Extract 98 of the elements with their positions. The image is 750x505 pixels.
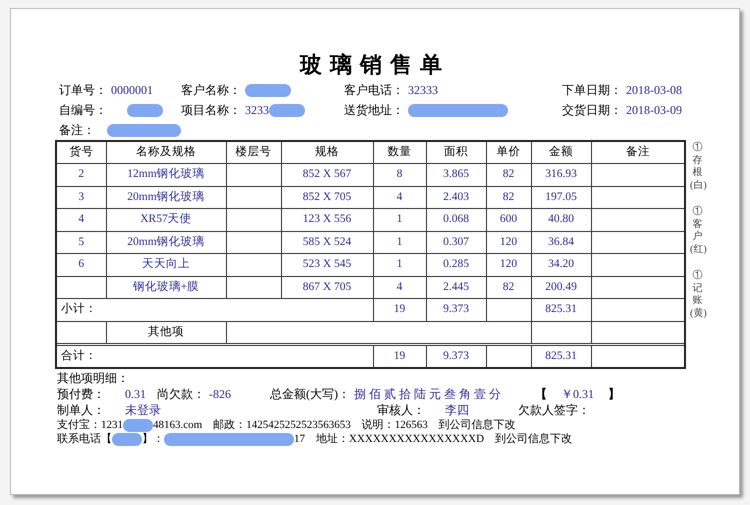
table-cell: 1	[373, 208, 426, 231]
field-label: 预付费：	[57, 386, 105, 402]
table-cell: 40.80	[531, 208, 591, 231]
field-label: 尚欠款：	[157, 386, 205, 402]
column-header: 楼层号	[226, 141, 281, 164]
field-label: 订单号：	[59, 82, 107, 99]
info-text: 48163.com 邮政：1425425252523563653 说明：126563 到公司信息下改	[153, 418, 516, 432]
field-label: 备注：	[59, 122, 95, 139]
table-cell: 200.49	[531, 276, 591, 298]
table-cell: 316.93	[531, 164, 591, 186]
table-cell: 523 X 545	[281, 254, 373, 276]
field-label: 自编号：	[59, 102, 107, 119]
info-text: 支付宝：1231	[57, 418, 123, 432]
table-cell: 82	[486, 276, 531, 298]
table-cell: 0.068	[426, 208, 486, 231]
table-cell: 585 X 524	[281, 231, 373, 254]
table-cell: 3.865	[426, 164, 486, 186]
field-value: -826	[209, 386, 231, 402]
table-cell: 合计：	[56, 346, 373, 368]
field-value: 0.31	[125, 386, 146, 402]
table-cell: 82	[486, 186, 531, 208]
document-title: 玻璃销售单	[298, 51, 451, 79]
copy-note: ①记账(黄)	[690, 270, 705, 320]
table-cell: 120	[486, 254, 531, 276]
table-cell: 36.84	[531, 231, 591, 254]
table-cell: 20mm钢化玻璃	[106, 231, 226, 254]
table-cell: 天天向上	[106, 254, 226, 276]
table-cell: 123 X 556	[281, 208, 373, 231]
copy-note: ①存根(白)	[690, 142, 705, 192]
section-label: 其他项明细：	[57, 370, 129, 386]
table-cell: 197.05	[531, 186, 591, 208]
table-cell: XR57天使	[106, 208, 226, 231]
field-value: 0000001	[111, 82, 153, 99]
column-header: 名称及规格	[106, 141, 226, 164]
table-cell: 2.445	[426, 276, 486, 298]
column-header: 金额	[531, 141, 591, 164]
field-label: 送货地址：	[344, 102, 404, 119]
field-label: 审核人：	[377, 402, 425, 418]
table-cell: 5	[56, 231, 106, 254]
field-label: 制单人：	[57, 402, 105, 418]
table-cell: 0.307	[426, 231, 486, 254]
table-cell: 825.31	[531, 298, 591, 321]
redaction-mark	[123, 418, 153, 432]
info-text: 联系电话【	[57, 432, 112, 446]
table-cell: 8	[373, 164, 426, 186]
table-cell: 4	[56, 208, 106, 231]
table-cell: 1	[373, 254, 426, 276]
table-cell: 825.31	[531, 346, 591, 368]
column-header: 数量	[373, 141, 426, 164]
column-header: 单价	[486, 141, 531, 164]
table-cell: 852 X 567	[281, 164, 373, 186]
column-header: 面积	[426, 141, 486, 164]
table-cell: 19	[373, 298, 426, 321]
table-cell: 2	[56, 164, 106, 186]
table-cell: 3	[56, 186, 106, 208]
field-label: 交货日期：	[562, 102, 622, 119]
field-value: 3233	[245, 102, 269, 119]
field-label: 客户名称：	[181, 82, 241, 99]
table-cell: 钢化玻璃+膜	[106, 276, 226, 298]
field-value: 2018-03-09	[626, 102, 682, 119]
field-value: 2018-03-08	[626, 82, 682, 99]
table-cell: 19	[373, 346, 426, 368]
copy-note: ①客户(红)	[690, 206, 705, 256]
field-value: 捌 佰 贰 拾 陆 元 叁 角 壹 分	[354, 386, 501, 402]
table-cell: 其他项	[106, 321, 226, 344]
table-cell: 20mm钢化玻璃	[106, 186, 226, 208]
table-cell: 4	[373, 276, 426, 298]
field-value: 32333	[408, 82, 438, 99]
table-cell: 1	[373, 231, 426, 254]
table-cell: 12mm钢化玻璃	[106, 164, 226, 186]
info-text: 】：	[142, 432, 164, 446]
table-cell: 867 X 705	[281, 276, 373, 298]
column-header: 规格	[281, 141, 373, 164]
field-label: 项目名称：	[181, 102, 241, 119]
table-cell: 6	[56, 254, 106, 276]
table-cell: 120	[486, 231, 531, 254]
column-header: 货号	[56, 141, 106, 164]
table-cell: 2.403	[426, 186, 486, 208]
table-cell: 9.373	[426, 346, 486, 368]
bracket: 】	[608, 386, 620, 402]
field-value: 李四	[445, 402, 469, 418]
table-cell: 600	[486, 208, 531, 231]
field-value: 未登录	[125, 402, 161, 418]
amount-value: ￥0.31	[561, 386, 594, 402]
field-label: 下单日期：	[562, 82, 622, 99]
field-label: 欠款人签字：	[518, 402, 590, 418]
table-cell: 4	[373, 186, 426, 208]
redaction-mark	[112, 432, 142, 446]
table-cell: 34.20	[531, 254, 591, 276]
info-text: 17 地址：XXXXXXXXXXXXXXXXD 到公司信息下改	[294, 432, 572, 446]
table-cell: 9.373	[426, 298, 486, 321]
table-cell: 852 X 705	[281, 186, 373, 208]
field-label: 客户电话：	[344, 82, 404, 99]
table-cell: 0.285	[426, 254, 486, 276]
field-label: 总金额(大写)：	[270, 386, 350, 402]
table-cell: 82	[486, 164, 531, 186]
table-cell: 小计：	[56, 298, 373, 321]
bracket: 【	[535, 386, 547, 402]
